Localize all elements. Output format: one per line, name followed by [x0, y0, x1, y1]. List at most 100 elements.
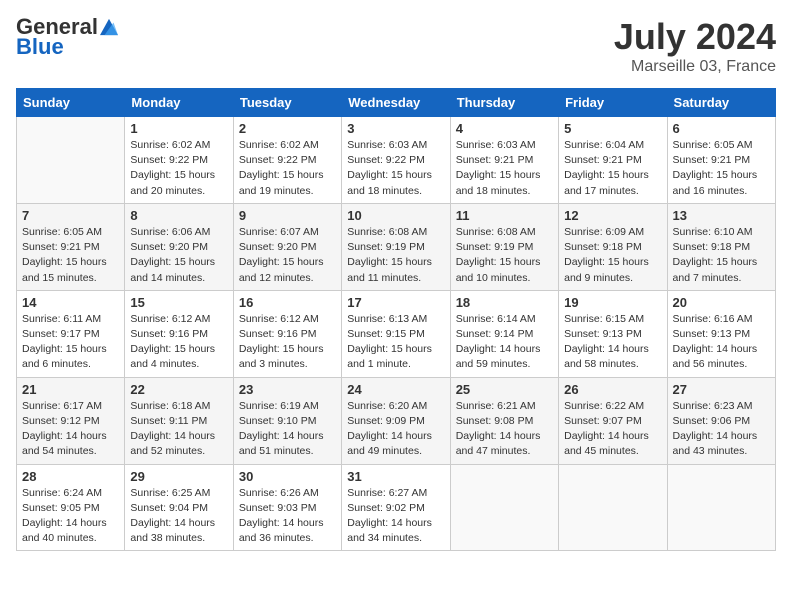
day-info: Sunrise: 6:11 AM Sunset: 9:17 PM Dayligh…: [22, 312, 119, 373]
calendar-day: 20Sunrise: 6:16 AM Sunset: 9:13 PM Dayli…: [667, 290, 775, 377]
calendar-day: 31 Sunrise: 6:27 AM Sunset: 9:02 PM Dayli…: [342, 464, 450, 551]
calendar-day: 13 Sunrise: 6:10 AM Sunset: 9:18 PM Dayli…: [667, 203, 775, 290]
day-number: 22: [130, 382, 227, 397]
day-info: Sunrise: 6:12 AM Sunset: 9:16 PM Dayligh…: [130, 312, 227, 373]
calendar-week-2: 7 Sunrise: 6:05 AM Sunset: 9:21 PM Daylig…: [17, 203, 776, 290]
day-info: Sunrise: 6:27 AM Sunset: 9:02 PM Dayligh…: [347, 486, 444, 547]
day-number: 23: [239, 382, 336, 397]
day-info: Sunrise: 6:10 AM Sunset: 9:18 PM Dayligh…: [673, 225, 770, 286]
calendar-day: 22 Sunrise: 6:18 AM Sunset: 9:11 PM Dayli…: [125, 377, 233, 464]
calendar-day: 18Sunrise: 6:14 AM Sunset: 9:14 PM Dayli…: [450, 290, 558, 377]
header-tuesday: Tuesday: [233, 89, 341, 117]
logo-icon: [100, 18, 118, 36]
day-number: 12: [564, 208, 661, 223]
calendar-day: [17, 117, 125, 204]
calendar-day: 19Sunrise: 6:15 AM Sunset: 9:13 PM Dayli…: [559, 290, 667, 377]
day-number: 29: [130, 469, 227, 484]
calendar-day: 17 Sunrise: 6:13 AM Sunset: 9:15 PM Dayli…: [342, 290, 450, 377]
day-number: 2: [239, 121, 336, 136]
calendar-day: 2 Sunrise: 6:02 AM Sunset: 9:22 PM Daylig…: [233, 117, 341, 204]
calendar-week-3: 14Sunrise: 6:11 AM Sunset: 9:17 PM Dayli…: [17, 290, 776, 377]
day-info: Sunrise: 6:20 AM Sunset: 9:09 PM Dayligh…: [347, 399, 444, 460]
month-title: July 2024: [614, 16, 776, 58]
header-saturday: Saturday: [667, 89, 775, 117]
header-wednesday: Wednesday: [342, 89, 450, 117]
calendar-day: 5 Sunrise: 6:04 AM Sunset: 9:21 PM Daylig…: [559, 117, 667, 204]
month-title-block: July 2024 Marseille 03, France: [614, 16, 776, 76]
calendar-day: [450, 464, 558, 551]
day-info: Sunrise: 6:23 AM Sunset: 9:06 PM Dayligh…: [673, 399, 770, 460]
day-info: Sunrise: 6:26 AM Sunset: 9:03 PM Dayligh…: [239, 486, 336, 547]
day-number: 25: [456, 382, 553, 397]
day-number: 27: [673, 382, 770, 397]
day-info: Sunrise: 6:13 AM Sunset: 9:15 PM Dayligh…: [347, 312, 444, 373]
day-info: Sunrise: 6:03 AM Sunset: 9:22 PM Dayligh…: [347, 138, 444, 199]
day-number: 11: [456, 208, 553, 223]
calendar-day: 7 Sunrise: 6:05 AM Sunset: 9:21 PM Daylig…: [17, 203, 125, 290]
calendar-day: 11 Sunrise: 6:08 AM Sunset: 9:19 PM Dayli…: [450, 203, 558, 290]
day-number: 16: [239, 295, 336, 310]
day-number: 5: [564, 121, 661, 136]
day-number: 7: [22, 208, 119, 223]
day-number: 17: [347, 295, 444, 310]
calendar-day: 14Sunrise: 6:11 AM Sunset: 9:17 PM Dayli…: [17, 290, 125, 377]
day-info: Sunrise: 6:17 AM Sunset: 9:12 PM Dayligh…: [22, 399, 119, 460]
calendar-day: 24 Sunrise: 6:20 AM Sunset: 9:09 PM Dayli…: [342, 377, 450, 464]
day-info: Sunrise: 6:07 AM Sunset: 9:20 PM Dayligh…: [239, 225, 336, 286]
calendar-day: 30 Sunrise: 6:26 AM Sunset: 9:03 PM Dayli…: [233, 464, 341, 551]
logo: General Blue: [16, 16, 118, 60]
page-header: General Blue July 2024 Marseille 03, Fra…: [16, 16, 776, 76]
calendar-day: 26 Sunrise: 6:22 AM Sunset: 9:07 PM Dayli…: [559, 377, 667, 464]
calendar-day: 9 Sunrise: 6:07 AM Sunset: 9:20 PM Daylig…: [233, 203, 341, 290]
day-number: 9: [239, 208, 336, 223]
day-number: 4: [456, 121, 553, 136]
day-number: 24: [347, 382, 444, 397]
day-info: Sunrise: 6:09 AM Sunset: 9:18 PM Dayligh…: [564, 225, 661, 286]
calendar-day: [559, 464, 667, 551]
day-info: Sunrise: 6:08 AM Sunset: 9:19 PM Dayligh…: [456, 225, 553, 286]
day-info: Sunrise: 6:12 AM Sunset: 9:16 PM Dayligh…: [239, 312, 336, 373]
day-info: Sunrise: 6:02 AM Sunset: 9:22 PM Dayligh…: [239, 138, 336, 199]
calendar-day: 25Sunrise: 6:21 AM Sunset: 9:08 PM Dayli…: [450, 377, 558, 464]
calendar-header-row: SundayMondayTuesdayWednesdayThursdayFrid…: [17, 89, 776, 117]
day-number: 8: [130, 208, 227, 223]
calendar-day: 6Sunrise: 6:05 AM Sunset: 9:21 PM Daylig…: [667, 117, 775, 204]
day-info: Sunrise: 6:04 AM Sunset: 9:21 PM Dayligh…: [564, 138, 661, 199]
calendar-day: 23Sunrise: 6:19 AM Sunset: 9:10 PM Dayli…: [233, 377, 341, 464]
day-info: Sunrise: 6:25 AM Sunset: 9:04 PM Dayligh…: [130, 486, 227, 547]
day-number: 13: [673, 208, 770, 223]
day-info: Sunrise: 6:22 AM Sunset: 9:07 PM Dayligh…: [564, 399, 661, 460]
day-info: Sunrise: 6:16 AM Sunset: 9:13 PM Dayligh…: [673, 312, 770, 373]
day-info: Sunrise: 6:18 AM Sunset: 9:11 PM Dayligh…: [130, 399, 227, 460]
location-title: Marseille 03, France: [614, 58, 776, 76]
day-number: 31: [347, 469, 444, 484]
day-number: 15: [130, 295, 227, 310]
day-info: Sunrise: 6:05 AM Sunset: 9:21 PM Dayligh…: [673, 138, 770, 199]
day-info: Sunrise: 6:03 AM Sunset: 9:21 PM Dayligh…: [456, 138, 553, 199]
day-info: Sunrise: 6:15 AM Sunset: 9:13 PM Dayligh…: [564, 312, 661, 373]
day-number: 1: [130, 121, 227, 136]
day-number: 18: [456, 295, 553, 310]
calendar-day: 8 Sunrise: 6:06 AM Sunset: 9:20 PM Daylig…: [125, 203, 233, 290]
day-number: 26: [564, 382, 661, 397]
calendar-day: 1 Sunrise: 6:02 AM Sunset: 9:22 PM Daylig…: [125, 117, 233, 204]
day-number: 28: [22, 469, 119, 484]
calendar-day: 12 Sunrise: 6:09 AM Sunset: 9:18 PM Dayli…: [559, 203, 667, 290]
calendar-day: 15 Sunrise: 6:12 AM Sunset: 9:16 PM Dayli…: [125, 290, 233, 377]
logo-blue-text: Blue: [16, 34, 64, 60]
header-thursday: Thursday: [450, 89, 558, 117]
calendar-day: 4 Sunrise: 6:03 AM Sunset: 9:21 PM Daylig…: [450, 117, 558, 204]
calendar-table: SundayMondayTuesdayWednesdayThursdayFrid…: [16, 88, 776, 551]
day-info: Sunrise: 6:02 AM Sunset: 9:22 PM Dayligh…: [130, 138, 227, 199]
day-info: Sunrise: 6:08 AM Sunset: 9:19 PM Dayligh…: [347, 225, 444, 286]
calendar-week-4: 21 Sunrise: 6:17 AM Sunset: 9:12 PM Dayli…: [17, 377, 776, 464]
header-monday: Monday: [125, 89, 233, 117]
day-info: Sunrise: 6:05 AM Sunset: 9:21 PM Dayligh…: [22, 225, 119, 286]
calendar-week-5: 28 Sunrise: 6:24 AM Sunset: 9:05 PM Dayli…: [17, 464, 776, 551]
calendar-day: 27 Sunrise: 6:23 AM Sunset: 9:06 PM Dayli…: [667, 377, 775, 464]
calendar-day: [667, 464, 775, 551]
day-number: 30: [239, 469, 336, 484]
day-number: 21: [22, 382, 119, 397]
day-info: Sunrise: 6:06 AM Sunset: 9:20 PM Dayligh…: [130, 225, 227, 286]
day-info: Sunrise: 6:24 AM Sunset: 9:05 PM Dayligh…: [22, 486, 119, 547]
